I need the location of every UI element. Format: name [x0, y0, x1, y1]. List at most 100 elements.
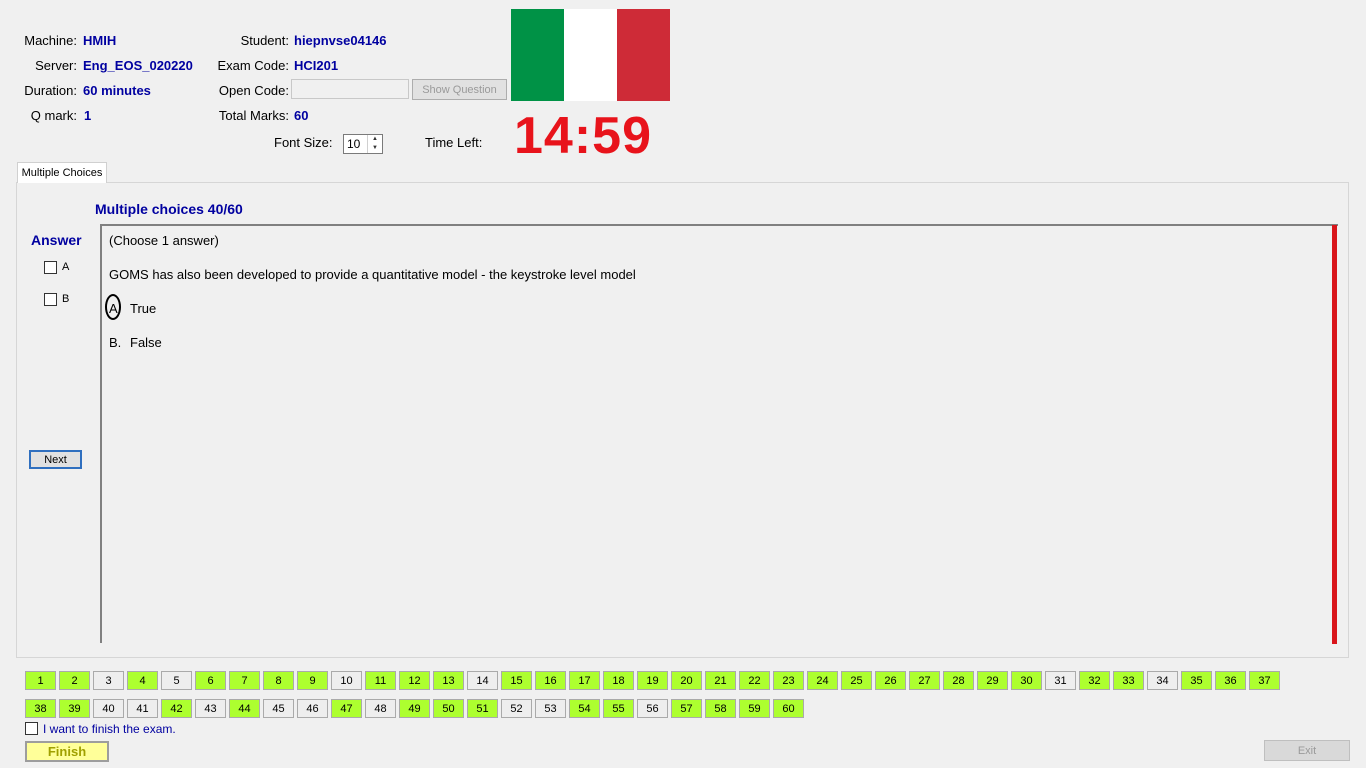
question-nav-button-39[interactable]: 39	[59, 699, 90, 718]
machine-value: HMIH	[83, 33, 117, 48]
duration-label: Duration:	[24, 83, 77, 98]
open-code-input[interactable]	[291, 79, 409, 99]
question-nav-button-38[interactable]: 38	[25, 699, 56, 718]
question-nav-button-20[interactable]: 20	[671, 671, 702, 690]
question-nav-button-8[interactable]: 8	[263, 671, 294, 690]
question-nav-button-15[interactable]: 15	[501, 671, 532, 690]
question-nav-button-53[interactable]: 53	[535, 699, 566, 718]
question-nav-button-6[interactable]: 6	[195, 671, 226, 690]
question-nav-button-36[interactable]: 36	[1215, 671, 1246, 690]
answer-checkbox-a[interactable]	[44, 261, 57, 274]
question-nav-button-42[interactable]: 42	[161, 699, 192, 718]
question-nav-button-27[interactable]: 27	[909, 671, 940, 690]
question-nav-button-18[interactable]: 18	[603, 671, 634, 690]
question-content-box	[100, 224, 1338, 643]
flag-stripe-white	[564, 9, 617, 101]
question-nav-button-30[interactable]: 30	[1011, 671, 1042, 690]
question-nav-button-24[interactable]: 24	[807, 671, 838, 690]
answer-label-a: A	[62, 261, 70, 273]
question-nav-button-55[interactable]: 55	[603, 699, 634, 718]
question-text: GOMS has also been developed to provide …	[109, 267, 636, 282]
total-marks-label: Total Marks:	[218, 108, 289, 123]
question-nav-button-57[interactable]: 57	[671, 699, 702, 718]
tab-multiple-choices[interactable]: Multiple Choices	[17, 162, 107, 183]
section-title: Multiple choices 40/60	[95, 201, 243, 217]
server-label: Server:	[35, 58, 77, 73]
font-size-value: 10	[347, 137, 361, 151]
exam-code-label: Exam Code:	[217, 58, 289, 73]
show-question-button[interactable]: Show Question	[412, 79, 507, 100]
question-nav-button-33[interactable]: 33	[1113, 671, 1144, 690]
question-nav-button-22[interactable]: 22	[739, 671, 770, 690]
finish-exam-checkbox-label[interactable]: I want to finish the exam.	[43, 722, 176, 736]
question-nav-button-43[interactable]: 43	[195, 699, 226, 718]
flag-stripe-red	[617, 9, 670, 101]
question-nav-button-11[interactable]: 11	[365, 671, 396, 690]
question-nav-button-23[interactable]: 23	[773, 671, 804, 690]
stepper-up-icon[interactable]: ▲	[368, 135, 382, 144]
question-nav-button-45[interactable]: 45	[263, 699, 294, 718]
duration-value: 60 minutes	[83, 83, 151, 98]
question-nav-button-31[interactable]: 31	[1045, 671, 1076, 690]
exam-code-value: HCI201	[294, 58, 339, 73]
question-nav-button-59[interactable]: 59	[739, 699, 770, 718]
next-button[interactable]: Next	[29, 450, 82, 469]
finish-exam-checkbox[interactable]	[25, 722, 38, 735]
question-nav-button-9[interactable]: 9	[297, 671, 328, 690]
question-nav-button-35[interactable]: 35	[1181, 671, 1212, 690]
question-nav-button-32[interactable]: 32	[1079, 671, 1110, 690]
finish-button[interactable]: Finish	[25, 741, 109, 762]
italian-flag-image	[511, 9, 670, 101]
question-nav-button-41[interactable]: 41	[127, 699, 158, 718]
total-marks-value: 60	[294, 108, 309, 123]
answer-label-b: B	[62, 293, 70, 305]
question-nav-button-16[interactable]: 16	[535, 671, 566, 690]
exit-button[interactable]: Exit	[1264, 740, 1350, 761]
question-nav-button-25[interactable]: 25	[841, 671, 872, 690]
question-nav-button-60[interactable]: 60	[773, 699, 804, 718]
font-size-stepper[interactable]: 10 ▲ ▼	[343, 134, 383, 154]
question-nav-button-34[interactable]: 34	[1147, 671, 1178, 690]
question-nav-button-46[interactable]: 46	[297, 699, 328, 718]
qmark-label: Q mark:	[30, 108, 77, 123]
answer-checkbox-b[interactable]	[44, 293, 57, 306]
question-nav-button-49[interactable]: 49	[399, 699, 430, 718]
choice-a-text: True	[130, 301, 157, 316]
question-nav-button-28[interactable]: 28	[943, 671, 974, 690]
machine-label: Machine:	[24, 33, 77, 48]
question-nav-button-26[interactable]: 26	[875, 671, 906, 690]
question-nav-button-58[interactable]: 58	[705, 699, 736, 718]
question-nav-button-5[interactable]: 5	[161, 671, 192, 690]
question-nav-button-37[interactable]: 37	[1249, 671, 1280, 690]
question-nav-button-3[interactable]: 3	[93, 671, 124, 690]
question-nav-button-29[interactable]: 29	[977, 671, 1008, 690]
question-nav-button-52[interactable]: 52	[501, 699, 532, 718]
question-nav-button-47[interactable]: 47	[331, 699, 362, 718]
question-nav-button-56[interactable]: 56	[637, 699, 668, 718]
question-nav-button-4[interactable]: 4	[127, 671, 158, 690]
question-nav-button-19[interactable]: 19	[637, 671, 668, 690]
time-left-label: Time Left:	[425, 135, 483, 150]
countdown-timer: 14:59	[514, 107, 652, 165]
question-nav-button-21[interactable]: 21	[705, 671, 736, 690]
font-size-label: Font Size:	[274, 135, 333, 150]
question-nav-button-13[interactable]: 13	[433, 671, 464, 690]
question-nav-button-1[interactable]: 1	[25, 671, 56, 690]
question-nav-button-10[interactable]: 10	[331, 671, 362, 690]
question-nav-button-2[interactable]: 2	[59, 671, 90, 690]
question-nav-button-54[interactable]: 54	[569, 699, 600, 718]
qmark-value: 1	[84, 108, 92, 123]
answer-title: Answer	[31, 232, 82, 248]
question-nav-button-40[interactable]: 40	[93, 699, 124, 718]
question-nav-button-17[interactable]: 17	[569, 671, 600, 690]
question-nav-button-14[interactable]: 14	[467, 671, 498, 690]
question-nav-button-50[interactable]: 50	[433, 699, 464, 718]
question-nav-button-44[interactable]: 44	[229, 699, 260, 718]
question-nav-button-12[interactable]: 12	[399, 671, 430, 690]
question-nav-button-51[interactable]: 51	[467, 699, 498, 718]
question-nav-button-48[interactable]: 48	[365, 699, 396, 718]
choice-a-letter: A.	[109, 301, 122, 316]
question-nav-button-7[interactable]: 7	[229, 671, 260, 690]
stepper-down-icon[interactable]: ▼	[368, 144, 382, 153]
student-value: hiepnvse04146	[294, 33, 387, 48]
